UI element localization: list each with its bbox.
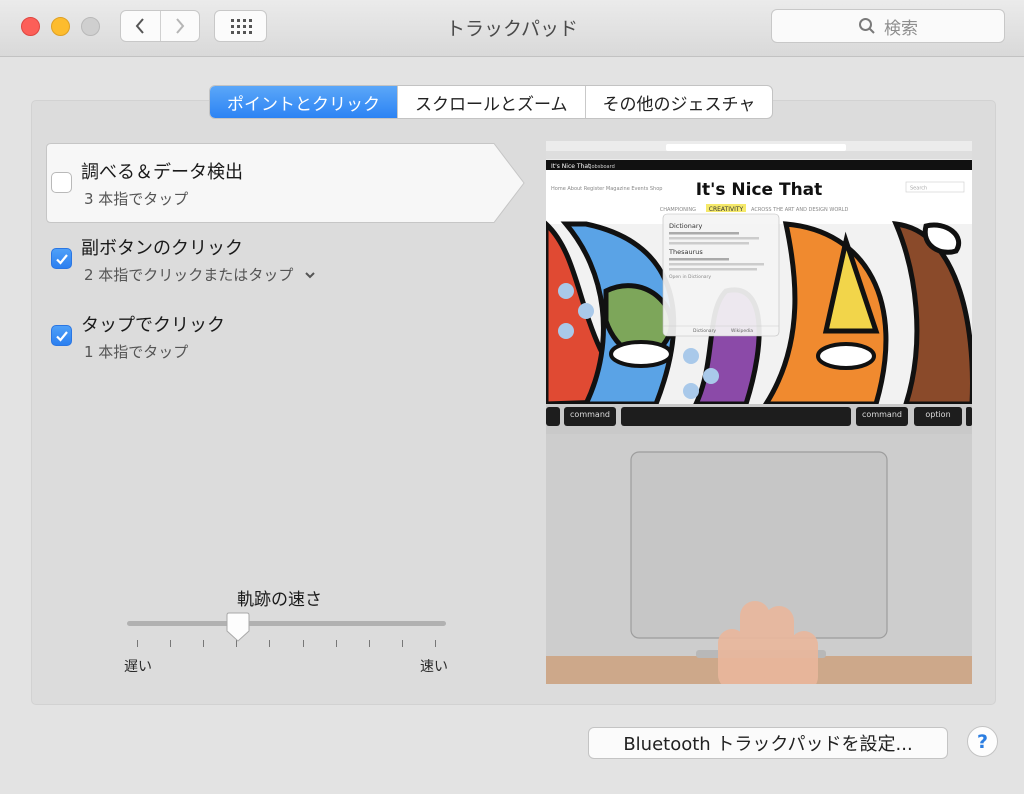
- secondary-click-subtitle-text: 2 本指でクリックまたはタップ: [84, 266, 294, 284]
- look-up-subtitle: 3 本指でタップ: [84, 190, 189, 208]
- preview-key-command-right: command: [862, 410, 902, 419]
- tracking-speed-tick: [435, 640, 436, 647]
- secondary-click-subtitle[interactable]: 2 本指でクリックまたはタップ: [84, 264, 316, 285]
- preview-key-command-left: command: [570, 410, 610, 419]
- tap-to-click-checkbox[interactable]: [51, 325, 72, 346]
- checkmark-icon: [56, 254, 68, 265]
- tracking-speed-track[interactable]: [127, 621, 446, 626]
- secondary-click-title: 副ボタンのクリック: [81, 238, 243, 259]
- popup-thesaurus-heading: Thesaurus: [668, 248, 703, 256]
- preview-brand: It's Nice That: [551, 163, 591, 170]
- tab-scroll-and-zoom[interactable]: スクロールとズーム: [397, 86, 585, 118]
- popup-dictionary-button: Dictionary: [693, 328, 716, 334]
- preview-tagline-highlight: CREATIVITY: [709, 206, 744, 213]
- tracking-speed-tick: [401, 640, 403, 647]
- tracking-speed-tick: [269, 640, 271, 647]
- preview-site-title: It's Nice That: [696, 180, 823, 200]
- preview-tagline-after: ACROSS THE ART AND DESIGN WORLD: [751, 207, 849, 213]
- tab-more-gestures[interactable]: その他のジェスチャ: [584, 86, 773, 118]
- preview-tagline-before: CHAMPIONING: [660, 207, 696, 213]
- tracking-speed-knob[interactable]: [226, 612, 250, 642]
- tracking-speed-tick: [368, 640, 370, 647]
- tracking-speed-tick: [137, 640, 138, 647]
- tracking-speed-tick: [302, 640, 304, 647]
- tap-to-click-title: タップでクリック: [81, 315, 225, 336]
- tracking-speed-tick: [203, 640, 205, 647]
- help-button[interactable]: ?: [967, 726, 998, 757]
- popup-dictionary-heading: Dictionary: [669, 222, 702, 230]
- search-field[interactable]: 検索: [771, 9, 1005, 43]
- preview-jobsboard: Jobsboard: [589, 164, 615, 170]
- tracking-speed-tick: [335, 640, 337, 647]
- tap-to-click-subtitle: 1 本指でタップ: [84, 343, 189, 361]
- tracking-speed-tick: [170, 640, 172, 647]
- tab-point-and-click[interactable]: ポイントとクリック: [210, 86, 397, 118]
- search-icon: [859, 18, 875, 34]
- setup-bluetooth-trackpad-button[interactable]: Bluetooth トラックパッドを設定...: [588, 727, 948, 759]
- tracking-speed-title: 軌跡の速さ: [237, 590, 322, 610]
- look-up-checkbox[interactable]: [51, 172, 72, 193]
- search-placeholder: 検索: [884, 18, 918, 39]
- preview-menu: Home About Register Magazine Events Shop: [551, 186, 662, 192]
- popup-open-link: Open in Dictionary: [669, 274, 711, 280]
- gesture-preview-video: It's Nice That Jobsboard Home About Regi…: [546, 141, 972, 684]
- preview-search-box: Search: [910, 186, 927, 192]
- slow-label: 遅い: [124, 659, 152, 675]
- popup-wikipedia-button: Wikipedia: [731, 328, 753, 334]
- tab-bar: ポイントとクリック スクロールとズーム その他のジェスチャ: [209, 85, 774, 119]
- secondary-click-checkbox[interactable]: [51, 248, 72, 269]
- checkmark-icon: [56, 331, 68, 342]
- preview-key-option: option: [925, 410, 950, 419]
- fast-label: 速い: [420, 659, 448, 675]
- title-bar: トラックパッド 検索: [0, 0, 1024, 57]
- preview-illustration: It's Nice That Jobsboard Home About Regi…: [546, 141, 972, 684]
- look-up-title: 調べる＆データ検出: [81, 162, 243, 183]
- chevron-down-icon[interactable]: [304, 270, 316, 280]
